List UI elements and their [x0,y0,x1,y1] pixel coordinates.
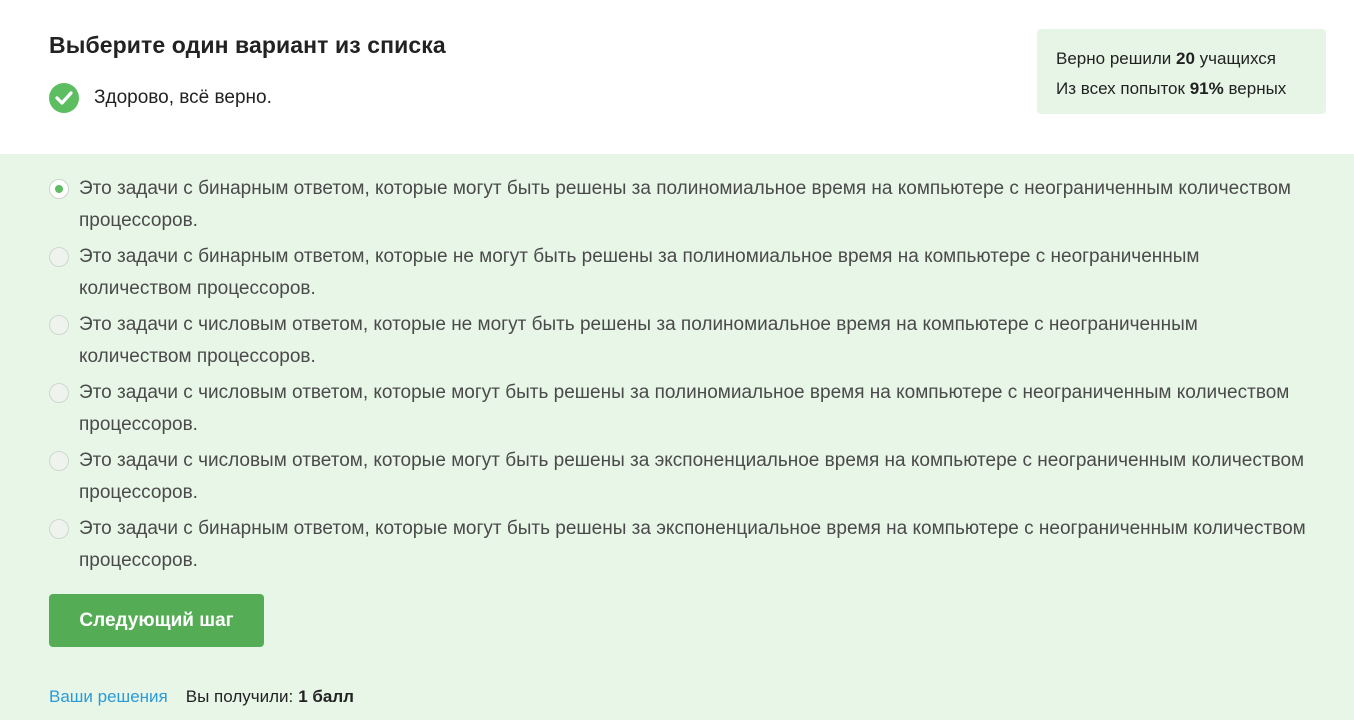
radio-button[interactable] [49,519,69,539]
stats-attempts-suffix: верных [1228,79,1287,98]
answer-option-text: Это задачи с числовым ответом, которые н… [79,314,1198,367]
radio-button[interactable] [49,247,69,267]
score-value: 1 балл [298,687,354,706]
answer-option[interactable]: Это задачи с числовым ответом, которые н… [49,309,1309,373]
answer-option[interactable]: Это задачи с бинарным ответом, которые н… [49,241,1309,305]
radio-button[interactable] [49,315,69,335]
check-circle-icon [49,83,79,113]
answer-option-text: Это задачи с бинарным ответом, которые м… [79,518,1306,571]
answer-option-text: Это задачи с бинарным ответом, которые н… [79,246,1200,299]
feedback-row: Здорово, всё верно. [49,83,272,113]
feedback-message: Здорово, всё верно. [94,87,272,108]
answer-option-text: Это задачи с числовым ответом, которые м… [79,450,1305,503]
answers-area: Это задачи с бинарным ответом, которые м… [0,154,1354,720]
quiz-page: Выберите один вариант из списка Здорово,… [0,0,1354,720]
answer-option[interactable]: Это задачи с бинарным ответом, которые м… [49,173,1309,237]
stats-attempts-prefix: Из всех попыток [1056,79,1185,98]
options-list: Это задачи с бинарным ответом, которые м… [49,173,1309,581]
stats-attempts-line: Из всех попыток 91% верных [1056,74,1326,104]
quiz-title: Выберите один вариант из списка [49,32,446,58]
score-label: Вы получили: [185,687,294,706]
stats-solved-prefix: Верно решили [1056,49,1172,68]
answer-option[interactable]: Это задачи с числовым ответом, которые м… [49,445,1309,509]
answer-option-text: Это задачи с числовым ответом, которые м… [79,382,1290,435]
stats-solved-line: Верно решили 20 учащихся [1056,44,1326,74]
radio-button-selected[interactable] [49,179,69,199]
stats-solved-suffix: учащихся [1199,49,1276,68]
stats-attempts-percent: 91% [1189,79,1224,98]
answer-option-text: Это задачи с бинарным ответом, которые м… [79,178,1291,231]
stats-solved-count: 20 [1176,49,1195,68]
next-step-button[interactable]: Следующий шаг [49,594,264,647]
answer-option[interactable]: Это задачи с числовым ответом, которые м… [49,377,1309,441]
radio-button[interactable] [49,383,69,403]
radio-button[interactable] [49,451,69,471]
quiz-header: Выберите один вариант из списка Здорово,… [0,0,1354,154]
stats-panel: Верно решили 20 учащихся Из всех попыток… [1037,29,1326,114]
submission-footer: Ваши решения Вы получили: 1 балл [49,687,354,707]
your-solutions-link[interactable]: Ваши решения [49,687,168,707]
answer-option[interactable]: Это задачи с бинарным ответом, которые м… [49,513,1309,577]
